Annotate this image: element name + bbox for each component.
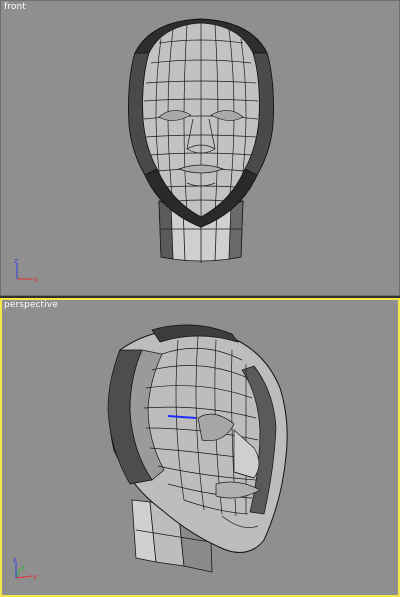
axis-z-label: z (14, 259, 18, 265)
perspective-viewport[interactable]: perspective x y z (0, 298, 400, 597)
perspective-head-mesh[interactable] (2, 300, 398, 595)
axis-y-label-persp: y (21, 563, 25, 571)
axis-gizmo-front: x z (14, 259, 38, 284)
axis-x-label-persp: x (33, 573, 37, 581)
axis-gizmo-perspective: x y z (13, 558, 37, 581)
axis-z-label-persp: z (13, 558, 17, 564)
front-head-mesh[interactable] (1, 1, 400, 296)
axis-x-label: x (34, 276, 38, 284)
front-viewport[interactable]: front x z (0, 0, 400, 296)
